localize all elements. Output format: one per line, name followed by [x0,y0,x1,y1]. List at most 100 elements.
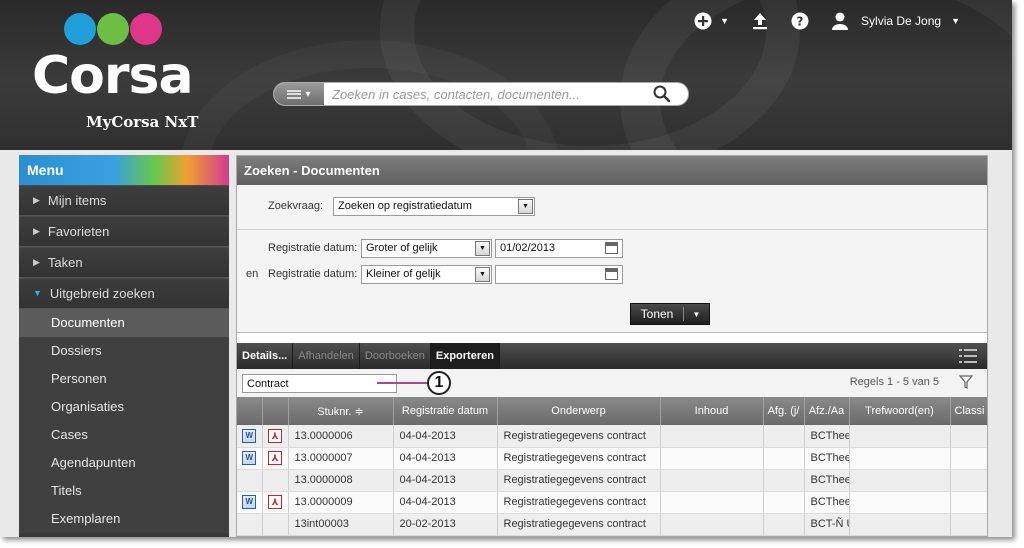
sidebar-subitem-personen[interactable]: Personen [19,365,229,393]
date-to-operator-select[interactable]: Kleiner of gelijk ▼ [361,265,492,284]
cell-classi [950,469,987,492]
cell-trefwoord [849,425,951,448]
word-document-icon[interactable]: W [242,495,257,509]
column-header-word[interactable] [237,397,263,425]
sidebar-subitem-organisaties[interactable]: Organisaties [19,393,229,421]
exporteren-button[interactable]: Exporteren [430,343,500,369]
chevron-down-icon[interactable]: ▼ [684,310,709,319]
column-header-inhoud[interactable]: Inhoud [660,397,764,425]
column-header-classi[interactable]: Classi [950,397,987,425]
filter-input[interactable] [242,374,397,393]
date-from-field[interactable]: 01/02/2013 [495,239,623,258]
calendar-icon[interactable] [605,242,618,254]
word-cell[interactable] [237,469,263,492]
word-cell[interactable] [237,513,263,536]
cell-trefwoord [849,491,951,514]
table-row[interactable]: 13int00003 20-02-2013 Registratiegegeven… [237,513,987,536]
column-header-trefwoorden[interactable]: Trefwoord(en) [849,397,951,425]
query-select-value: Zoeken op registratiedatum [338,200,472,212]
table-row[interactable]: W ⅄ 13.0000006 04-04-2013 Registratiegeg… [237,425,987,448]
cell-stuknr: 13.0000006 [288,425,394,448]
cell-stuknr: 13.0000008 [288,469,394,492]
date-to-label: Registratie datum: [268,268,358,280]
calendar-icon[interactable] [605,268,618,280]
svg-text:?: ? [797,15,804,29]
and-label: en [246,268,259,280]
sidebar-subitem-exemplaren[interactable]: Exemplaren [19,505,229,533]
tonen-button[interactable]: Tonen ▼ [630,303,710,325]
pdf-document-icon[interactable]: ⅄ [268,428,282,443]
search-type-dropdown[interactable]: ▾ [274,83,324,105]
upload-icon[interactable] [749,10,771,32]
cell-inhoud [660,469,764,492]
add-menu-chevron-icon[interactable]: ▼ [720,16,729,26]
search-icon[interactable] [652,84,672,104]
sidebar-subitem-agendapunten[interactable]: Agendapunten [19,449,229,477]
user-name[interactable]: Sylvia De Jong [861,14,941,28]
pdf-cell[interactable] [262,513,289,536]
search-input[interactable] [332,85,642,103]
sidebar-item-label: Favorieten [47,224,110,239]
add-icon[interactable] [692,10,714,32]
sidebar-subitem-titels[interactable]: Titels [19,477,229,505]
pdf-cell[interactable]: ⅄ [262,447,289,470]
pdf-cell[interactable] [262,469,289,492]
table-row[interactable]: W ⅄ 13.0000009 04-04-2013 Registratiegeg… [237,491,987,514]
page-title: Zoeken - Documenten [237,156,987,185]
chevron-right-icon: ▶ [33,226,40,236]
afhandelen-button[interactable]: Afhandelen [293,343,360,369]
word-document-icon[interactable]: W [242,428,257,443]
column-header-pdf[interactable] [262,397,289,425]
details-button[interactable]: Details... [237,343,294,369]
sidebar-subitem-cases[interactable]: Cases [19,421,229,449]
pdf-cell[interactable]: ⅄ [262,425,289,448]
word-document-icon[interactable]: W [242,451,257,465]
cell-classi [950,447,987,470]
chevron-right-icon: ▶ [33,257,40,267]
doorboeken-button[interactable]: Doorboeken [360,343,431,369]
cell-afg [763,447,805,470]
app-window: Corsa MyCorsa NxT ▾ ▼ ? [0,0,1012,537]
column-header-stuknr[interactable]: Stuknr. ≑ [288,397,394,425]
rows-count: Regels 1 - 5 van 5 [849,376,939,388]
help-icon[interactable]: ? [789,10,811,32]
cell-stuknr: 13.0000007 [288,447,394,470]
column-header-onderwerp[interactable]: Onderwerp [497,397,661,425]
sidebar-item-favorieten[interactable]: ▶ Favorieten [19,216,229,247]
column-settings-icon[interactable] [959,348,977,364]
column-header-afg[interactable]: Afg. (j/ [763,397,805,425]
cell-onderwerp: Registratiegegevens contract [497,469,661,492]
pdf-document-icon[interactable]: ⅄ [268,451,282,465]
cell-trefwoord [849,469,951,492]
pdf-document-icon[interactable]: ⅄ [268,495,282,509]
sidebar-item-uitgebreid-zoeken[interactable]: ▼ Uitgebreid zoeken [19,278,229,309]
sidebar-subitem-documenten[interactable]: Documenten [19,309,229,337]
sidebar-subitem-dossiers[interactable]: Dossiers [19,337,229,365]
brand-name: Corsa [32,46,194,106]
filter-icon[interactable] [959,375,973,389]
brand-logo-icon [64,13,164,45]
date-to-field[interactable] [495,265,623,284]
sidebar-item-label: Mijn items [47,193,107,208]
chevron-down-icon: ▼ [475,267,490,282]
column-header-registratie-datum[interactable]: Registratie datum [393,397,498,425]
user-icon[interactable] [829,10,851,32]
form-divider [237,229,987,230]
date-from-operator-select[interactable]: Groter of gelijk ▼ [361,239,492,258]
cell-datum: 04-04-2013 [393,491,498,514]
main-panel: Zoeken - Documenten Zoekvraag: Zoeken op… [236,155,988,537]
sidebar-item-mijn-items[interactable]: ▶ Mijn items [19,185,229,216]
word-cell[interactable]: W [237,425,263,448]
filter-row: 1 Regels 1 - 5 van 5 [237,369,987,397]
table-row[interactable]: 13.0000008 04-04-2013 Registratiegegeven… [237,469,987,492]
pdf-cell[interactable]: ⅄ [262,491,289,514]
word-cell[interactable]: W [237,491,263,514]
word-cell[interactable]: W [237,447,263,470]
header: Corsa MyCorsa NxT ▾ ▼ ? [0,0,1012,150]
user-menu-chevron-icon[interactable]: ▼ [951,16,960,26]
sidebar-item-taken[interactable]: ▶ Taken [19,247,229,278]
query-select[interactable]: Zoeken op registratiedatum ▼ [333,197,535,216]
table-row[interactable]: W ⅄ 13.0000007 04-04-2013 Registratiegeg… [237,447,987,470]
column-header-afz[interactable]: Afz./Aa [804,397,850,425]
logo-circle-blue [64,13,96,45]
